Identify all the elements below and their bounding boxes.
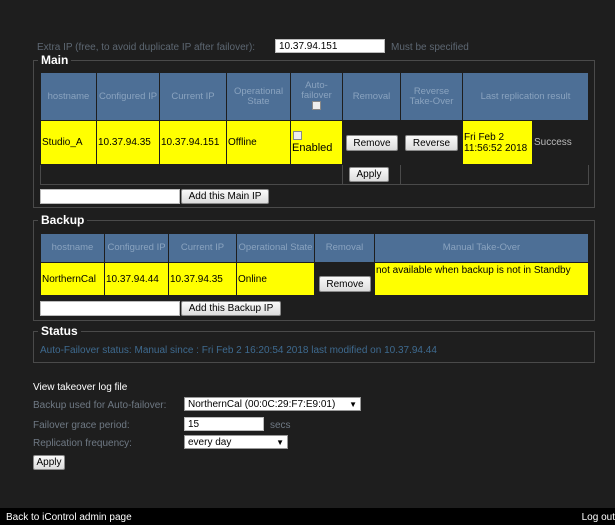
view-log-link[interactable]: View takeover log file — [33, 382, 127, 393]
main-last-time: Fri Feb 2 11:56:52 2018 — [462, 120, 533, 165]
table-row: NorthernCal 10.37.94.44 10.37.94.35 Onli… — [40, 262, 589, 296]
main-last-result: Success — [532, 120, 589, 165]
grace-period-unit: secs — [270, 420, 291, 431]
backup-table: hostname Configured IP Current IP Operat… — [40, 233, 589, 296]
header-current-ip: Current IP — [168, 233, 237, 263]
header-manual-take-over: Manual Take-Over — [374, 233, 589, 263]
main-auto-failover-cell: Enabled — [290, 120, 343, 165]
footer: Back to iControl admin page Log out — [0, 508, 615, 525]
status-legend: Status — [38, 324, 81, 338]
backup-removal-cell: Remove — [314, 262, 375, 296]
replication-frequency-label: Replication frequency: — [33, 438, 132, 449]
extra-ip-input[interactable] — [275, 39, 385, 53]
grace-period-label: Failover grace period: — [33, 420, 130, 431]
backup-auto-failover-label: Backup used for Auto-failover: — [33, 400, 167, 411]
header-configured-ip: Configured IP — [96, 72, 160, 121]
backup-current-ip: 10.37.94.35 — [168, 262, 237, 296]
header-last-replication: Last replication result — [462, 72, 589, 121]
status-text: Auto-Failover status: Manual since : Fri… — [40, 345, 437, 356]
header-current-ip: Current IP — [159, 72, 227, 121]
backup-manual-takeover: not available when backup is not in Stan… — [374, 262, 589, 296]
header-hostname: hostname — [40, 233, 105, 263]
main-remove-button[interactable]: Remove — [346, 135, 398, 151]
header-removal: Removal — [342, 72, 401, 121]
header-hostname: hostname — [40, 72, 97, 121]
extra-ip-label: Extra IP (free, to avoid duplicate IP af… — [37, 42, 256, 53]
header-configured-ip: Configured IP — [104, 233, 169, 263]
header-operational-state: Operational State — [236, 233, 315, 263]
backup-state: Online — [236, 262, 315, 296]
back-to-admin-link[interactable]: Back to iControl admin page — [6, 512, 132, 523]
main-hostname: Studio_A — [40, 120, 97, 165]
header-auto-failover-checkbox[interactable] — [312, 101, 321, 111]
backup-configured-ip: 10.37.94.44 — [104, 262, 169, 296]
header-reverse-take-over: Reverse Take-Over — [400, 72, 463, 121]
grace-period-input[interactable] — [184, 417, 264, 431]
header-auto-failover: Auto-failover — [290, 72, 343, 121]
main-current-ip: 10.37.94.151 — [159, 120, 227, 165]
logout-link[interactable]: Log out — [582, 512, 615, 523]
backup-hostname: NorthernCal — [40, 262, 105, 296]
auto-failover-checkbox[interactable] — [293, 131, 302, 141]
reverse-button[interactable]: Reverse — [405, 135, 458, 151]
main-table: hostname Configured IP Current IP Operat… — [40, 72, 589, 185]
add-backup-ip-button[interactable]: Add this Backup IP — [181, 301, 281, 316]
header-auto-failover-label: Auto-failover — [301, 80, 332, 102]
main-apply-cell: Apply — [342, 164, 401, 185]
chevron-down-icon: ▼ — [349, 399, 357, 409]
header-removal: Removal — [314, 233, 375, 263]
main-apply-spacer — [40, 164, 343, 185]
backup-auto-failover-value: NorthernCal (00:0C:29:F7:E9:01) — [188, 398, 336, 410]
main-ip-input[interactable] — [40, 189, 180, 204]
main-state: Offline — [226, 120, 291, 165]
header-operational-state: Operational State — [226, 72, 291, 121]
replication-frequency-value: every day — [188, 436, 232, 448]
backup-ip-input[interactable] — [40, 301, 180, 316]
main-apply-button[interactable]: Apply — [349, 167, 389, 182]
settings-apply-button[interactable]: Apply — [33, 455, 65, 470]
extra-ip-hint: Must be specified — [391, 42, 469, 53]
backup-legend: Backup — [38, 213, 88, 227]
auto-failover-label: Enabled — [292, 141, 333, 154]
main-reverse-cell: Reverse — [400, 120, 463, 165]
add-main-ip-button[interactable]: Add this Main IP — [181, 189, 269, 204]
chevron-down-icon: ▼ — [276, 437, 284, 447]
table-row: Studio_A 10.37.94.35 10.37.94.151 Offlin… — [40, 120, 589, 165]
main-legend: Main — [38, 53, 72, 67]
main-removal-cell: Remove — [342, 120, 401, 165]
main-configured-ip: 10.37.94.35 — [96, 120, 160, 165]
backup-auto-failover-select[interactable]: NorthernCal (00:0C:29:F7:E9:01) ▼ — [184, 397, 361, 411]
replication-frequency-select[interactable]: every day ▼ — [184, 435, 288, 449]
main-apply-spacer-right — [400, 164, 589, 185]
backup-remove-button[interactable]: Remove — [319, 276, 371, 292]
